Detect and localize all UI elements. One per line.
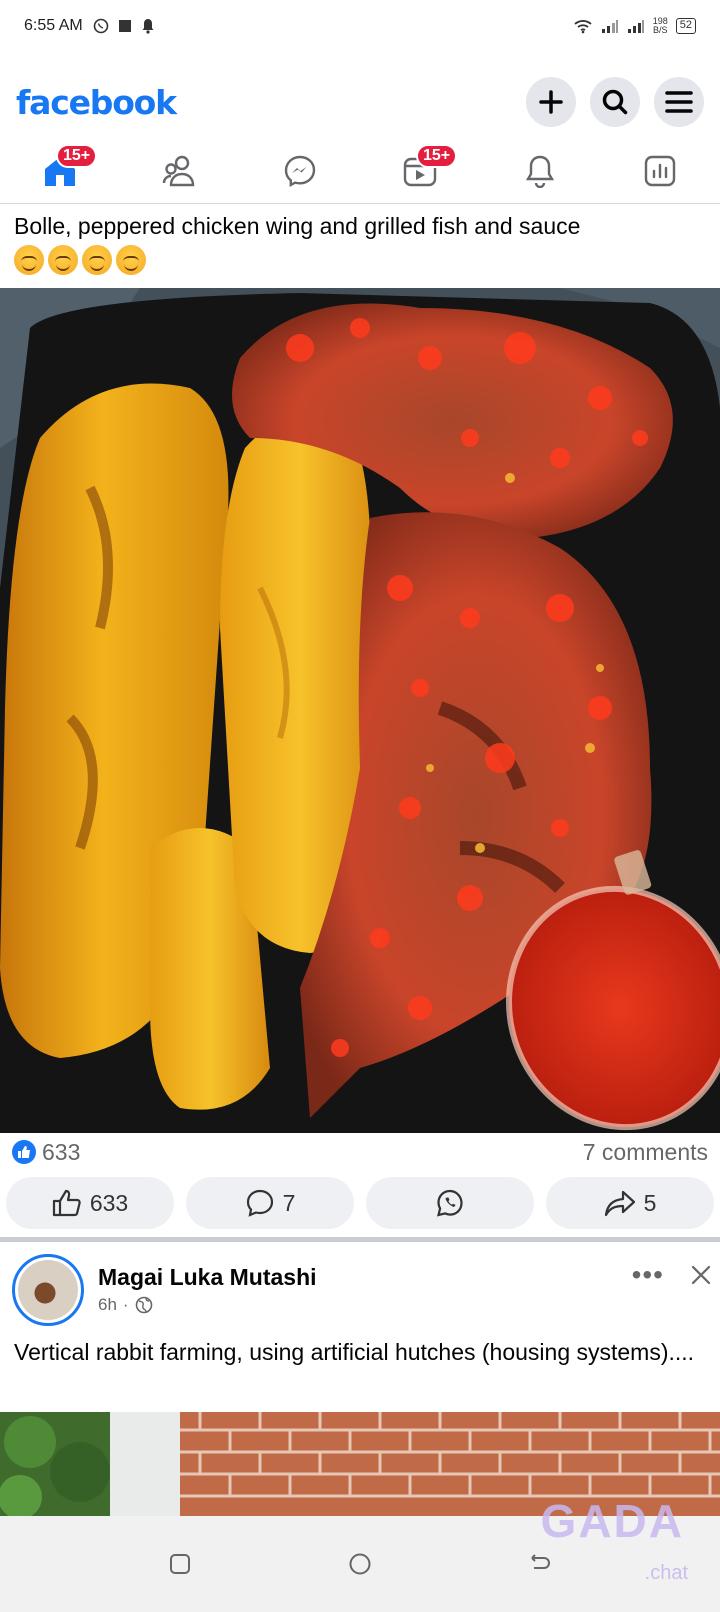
comment-count: 7 <box>282 1189 296 1216</box>
main-nav-tabs: 15+ 15+ <box>0 138 720 204</box>
app-header: facebook <box>0 72 720 132</box>
messenger-icon <box>284 155 316 187</box>
post-caption: Bolle, peppered chicken wing and grilled… <box>14 210 704 275</box>
speed-unit: B/S <box>652 25 668 35</box>
post-caption-text: Bolle, peppered chicken wing and grilled… <box>14 213 581 239</box>
post-header: Magai Luka Mutashi 6h · ••• <box>12 1254 712 1326</box>
share-button[interactable]: 5 <box>546 1177 714 1229</box>
meta-separator: · <box>122 1295 129 1314</box>
signal-icon-2 <box>627 20 644 33</box>
tab-home[interactable]: 15+ <box>0 138 120 203</box>
author-name[interactable]: Magai Luka Mutashi <box>98 1264 317 1291</box>
recent-apps-icon[interactable] <box>168 1552 192 1576</box>
search-button[interactable] <box>590 77 640 127</box>
post-action-bar: 633 7 5 <box>6 1177 714 1229</box>
battery-indicator: 52 <box>675 18 696 34</box>
more-options-icon[interactable]: ••• <box>632 1261 664 1289</box>
whatsapp-share-button[interactable] <box>366 1177 534 1229</box>
status-bar: 6:55 AM 198 B/S 52 <box>0 0 720 52</box>
like-button[interactable]: 633 <box>6 1177 174 1229</box>
reaction-count[interactable]: 633 <box>42 1139 80 1166</box>
home-badge: 15+ <box>56 144 98 168</box>
avatar-image <box>18 1260 78 1320</box>
watermark-suffix: .chat <box>644 1562 688 1584</box>
close-icon[interactable] <box>690 1264 712 1286</box>
tab-messenger[interactable] <box>240 138 360 203</box>
reactions-summary: 633 7 comments <box>12 1136 708 1168</box>
like-reaction-icon <box>12 1140 36 1164</box>
search-icon <box>602 89 628 115</box>
status-time: 6:55 AM <box>24 17 83 34</box>
tab-friends[interactable] <box>120 138 240 203</box>
menu-button[interactable] <box>654 77 704 127</box>
network-speed: 198 B/S <box>653 17 668 35</box>
emoji-row <box>14 245 704 275</box>
smiling-face-emoji <box>116 245 146 275</box>
food-photo-illustration <box>0 288 720 1133</box>
globe-icon <box>135 1296 152 1314</box>
smiling-face-emoji <box>14 245 44 275</box>
app-status-icon <box>118 20 131 32</box>
tab-watch[interactable]: 15+ <box>360 138 480 203</box>
bell-icon <box>525 155 555 188</box>
facebook-logo[interactable]: facebook <box>16 83 177 122</box>
back-icon[interactable] <box>528 1552 552 1576</box>
home-nav-icon[interactable] <box>348 1552 372 1576</box>
post-photo[interactable] <box>0 288 720 1133</box>
dashboard-icon <box>644 155 676 186</box>
post2-caption: Vertical rabbit farming, using artificia… <box>14 1339 695 1365</box>
notification-status-icon <box>142 19 154 34</box>
menu-icon <box>665 91 693 113</box>
tab-notifications[interactable] <box>480 138 600 203</box>
tab-dashboard[interactable] <box>600 138 720 203</box>
signal-icon-1 <box>601 20 618 33</box>
smiling-face-emoji <box>48 245 78 275</box>
thumbs-up-icon <box>52 1189 81 1217</box>
plus-icon <box>539 90 563 114</box>
post-separator <box>0 1237 720 1242</box>
smiling-face-emoji <box>82 245 112 275</box>
watch-badge: 15+ <box>416 144 458 168</box>
comment-icon <box>246 1189 273 1217</box>
comment-button[interactable]: 7 <box>186 1177 354 1229</box>
create-button[interactable] <box>526 77 576 127</box>
author-avatar[interactable] <box>12 1254 84 1326</box>
comments-count-link[interactable]: 7 comments <box>583 1139 708 1166</box>
share-arrow-icon <box>604 1190 635 1217</box>
whatsapp-status-icon <box>93 18 109 34</box>
wifi-icon <box>574 20 592 34</box>
like-count: 633 <box>89 1189 129 1216</box>
watermark-logo: GADA <box>540 1495 684 1547</box>
friends-icon <box>162 155 195 186</box>
whatsapp-icon <box>437 1189 463 1217</box>
post-time[interactable]: 6h <box>98 1295 117 1315</box>
share-count: 5 <box>643 1189 657 1216</box>
